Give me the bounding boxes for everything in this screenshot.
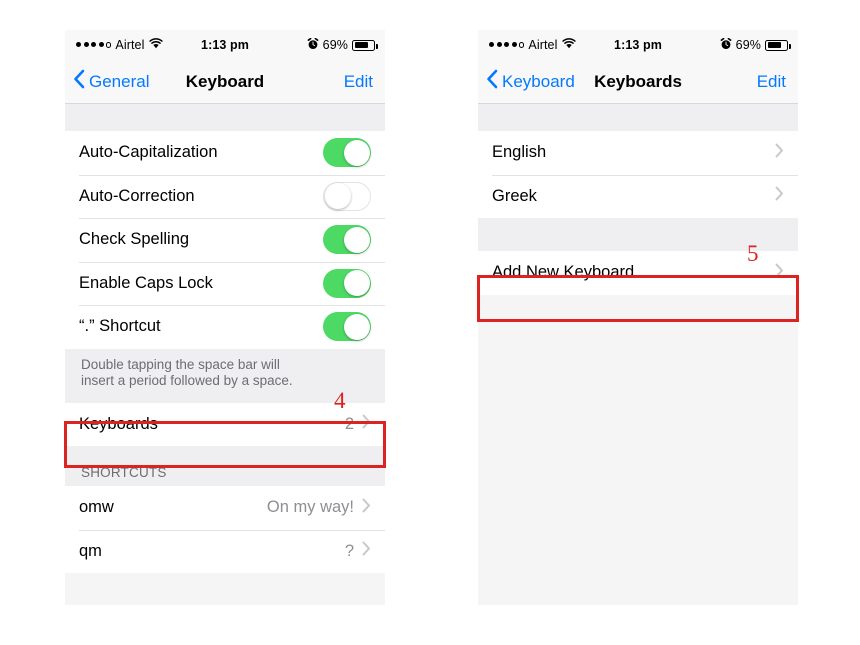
keyboards-count: 2 bbox=[344, 414, 354, 433]
chevron-right-icon bbox=[362, 541, 371, 561]
row-shortcut-qm[interactable]: qm ? bbox=[65, 529, 385, 573]
alarm-clock-icon bbox=[307, 37, 319, 53]
toggle-auto-correction[interactable] bbox=[323, 181, 371, 211]
row-auto-capitalization[interactable]: Auto-Capitalization bbox=[65, 131, 385, 175]
row-label: omw bbox=[79, 498, 114, 517]
help-text-line-2: insert a period followed by a space. bbox=[81, 372, 293, 388]
typing-options-group: Auto-Capitalization Auto-Correction Chec… bbox=[65, 131, 385, 349]
row-enable-caps-lock[interactable]: Enable Caps Lock bbox=[65, 261, 385, 305]
row-shortcut-omw[interactable]: omw On my way! bbox=[65, 486, 385, 530]
phone-screen-keyboard-settings: Airtel 1:13 pm 69% General Keyboard Edit… bbox=[65, 30, 385, 605]
battery-percent-label: 69% bbox=[735, 38, 761, 52]
back-button-label: General bbox=[89, 71, 150, 91]
section-gap-top-right bbox=[478, 104, 798, 131]
row-label: Check Spelling bbox=[79, 230, 190, 249]
status-bar-right-group: 69% bbox=[720, 37, 791, 53]
row-keyboard-english[interactable]: English bbox=[478, 131, 798, 175]
nav-bar-right: Keyboard Keyboards Edit bbox=[478, 60, 798, 104]
toggle-auto-capitalization[interactable] bbox=[323, 138, 371, 168]
chevron-right-icon bbox=[775, 143, 784, 163]
back-button-keyboard[interactable]: Keyboard bbox=[486, 69, 575, 94]
row-keyboard-greek[interactable]: Greek bbox=[478, 174, 798, 218]
screenshot-stage: Airtel 1:13 pm 69% General Keyboard Edit… bbox=[0, 0, 860, 645]
chevron-left-icon bbox=[73, 69, 85, 94]
row-value: On my way! bbox=[266, 498, 354, 517]
settings-content-left: Auto-Capitalization Auto-Correction Chec… bbox=[65, 104, 385, 573]
row-add-new-keyboard[interactable]: Add New Keyboard... bbox=[478, 251, 798, 295]
status-bar-left: Airtel 1:13 pm 69% bbox=[65, 30, 385, 60]
row-label: Auto-Correction bbox=[79, 186, 195, 205]
row-period-shortcut[interactable]: “.” Shortcut bbox=[65, 305, 385, 349]
row-auto-correction[interactable]: Auto-Correction bbox=[65, 174, 385, 218]
row-check-spelling[interactable]: Check Spelling bbox=[65, 218, 385, 262]
battery-icon bbox=[765, 39, 791, 51]
toggle-period-shortcut[interactable] bbox=[323, 312, 371, 342]
row-label: Greek bbox=[492, 186, 537, 205]
row-label: qm bbox=[79, 541, 102, 560]
chevron-right-icon bbox=[362, 414, 371, 434]
chevron-right-icon bbox=[775, 186, 784, 206]
battery-percent-label: 69% bbox=[322, 38, 348, 52]
row-label: “.” Shortcut bbox=[79, 317, 161, 336]
edit-button-left[interactable]: Edit bbox=[344, 72, 373, 92]
shortcuts-section-header: SHORTCUTS bbox=[65, 446, 385, 486]
row-label: Auto-Capitalization bbox=[79, 143, 218, 162]
battery-icon bbox=[352, 39, 378, 51]
status-bar-right-group: 69% bbox=[307, 37, 378, 53]
active-keyboards-group: English Greek bbox=[478, 131, 798, 218]
row-value: ? bbox=[344, 541, 354, 560]
nav-bar-left: General Keyboard Edit bbox=[65, 60, 385, 104]
alarm-clock-icon bbox=[720, 37, 732, 53]
help-text-line-1: Double tapping the space bar will bbox=[81, 356, 280, 372]
row-keyboards[interactable]: Keyboards 2 bbox=[65, 402, 385, 446]
row-label: Add New Keyboard... bbox=[492, 263, 648, 282]
row-label: Keyboards bbox=[79, 414, 158, 433]
row-label: Enable Caps Lock bbox=[79, 273, 213, 292]
row-label: English bbox=[492, 143, 547, 162]
toggle-enable-caps-lock[interactable] bbox=[323, 268, 371, 298]
status-bar-right: Airtel 1:13 pm 69% bbox=[478, 30, 798, 60]
back-button-label: Keyboard bbox=[502, 71, 575, 91]
shortcuts-group: omw On my way! qm ? bbox=[65, 486, 385, 573]
phone-screen-keyboards-list: Airtel 1:13 pm 69% Keyboard Keyboards Ed… bbox=[478, 30, 798, 605]
section-gap-middle-right bbox=[478, 218, 798, 251]
chevron-left-icon bbox=[486, 69, 498, 94]
period-shortcut-help-text: Double tapping the space bar will insert… bbox=[65, 348, 385, 403]
section-gap-top-left bbox=[65, 104, 385, 131]
back-button-general[interactable]: General bbox=[73, 69, 149, 94]
toggle-check-spelling[interactable] bbox=[323, 225, 371, 255]
keyboards-group: Keyboards 2 bbox=[65, 402, 385, 446]
add-keyboard-group: Add New Keyboard... bbox=[478, 251, 798, 295]
edit-button-right[interactable]: Edit bbox=[757, 72, 786, 92]
chevron-right-icon bbox=[362, 498, 371, 518]
keyboards-content-right: English Greek Add New Keyboard... bbox=[478, 104, 798, 295]
chevron-right-icon bbox=[775, 263, 784, 283]
